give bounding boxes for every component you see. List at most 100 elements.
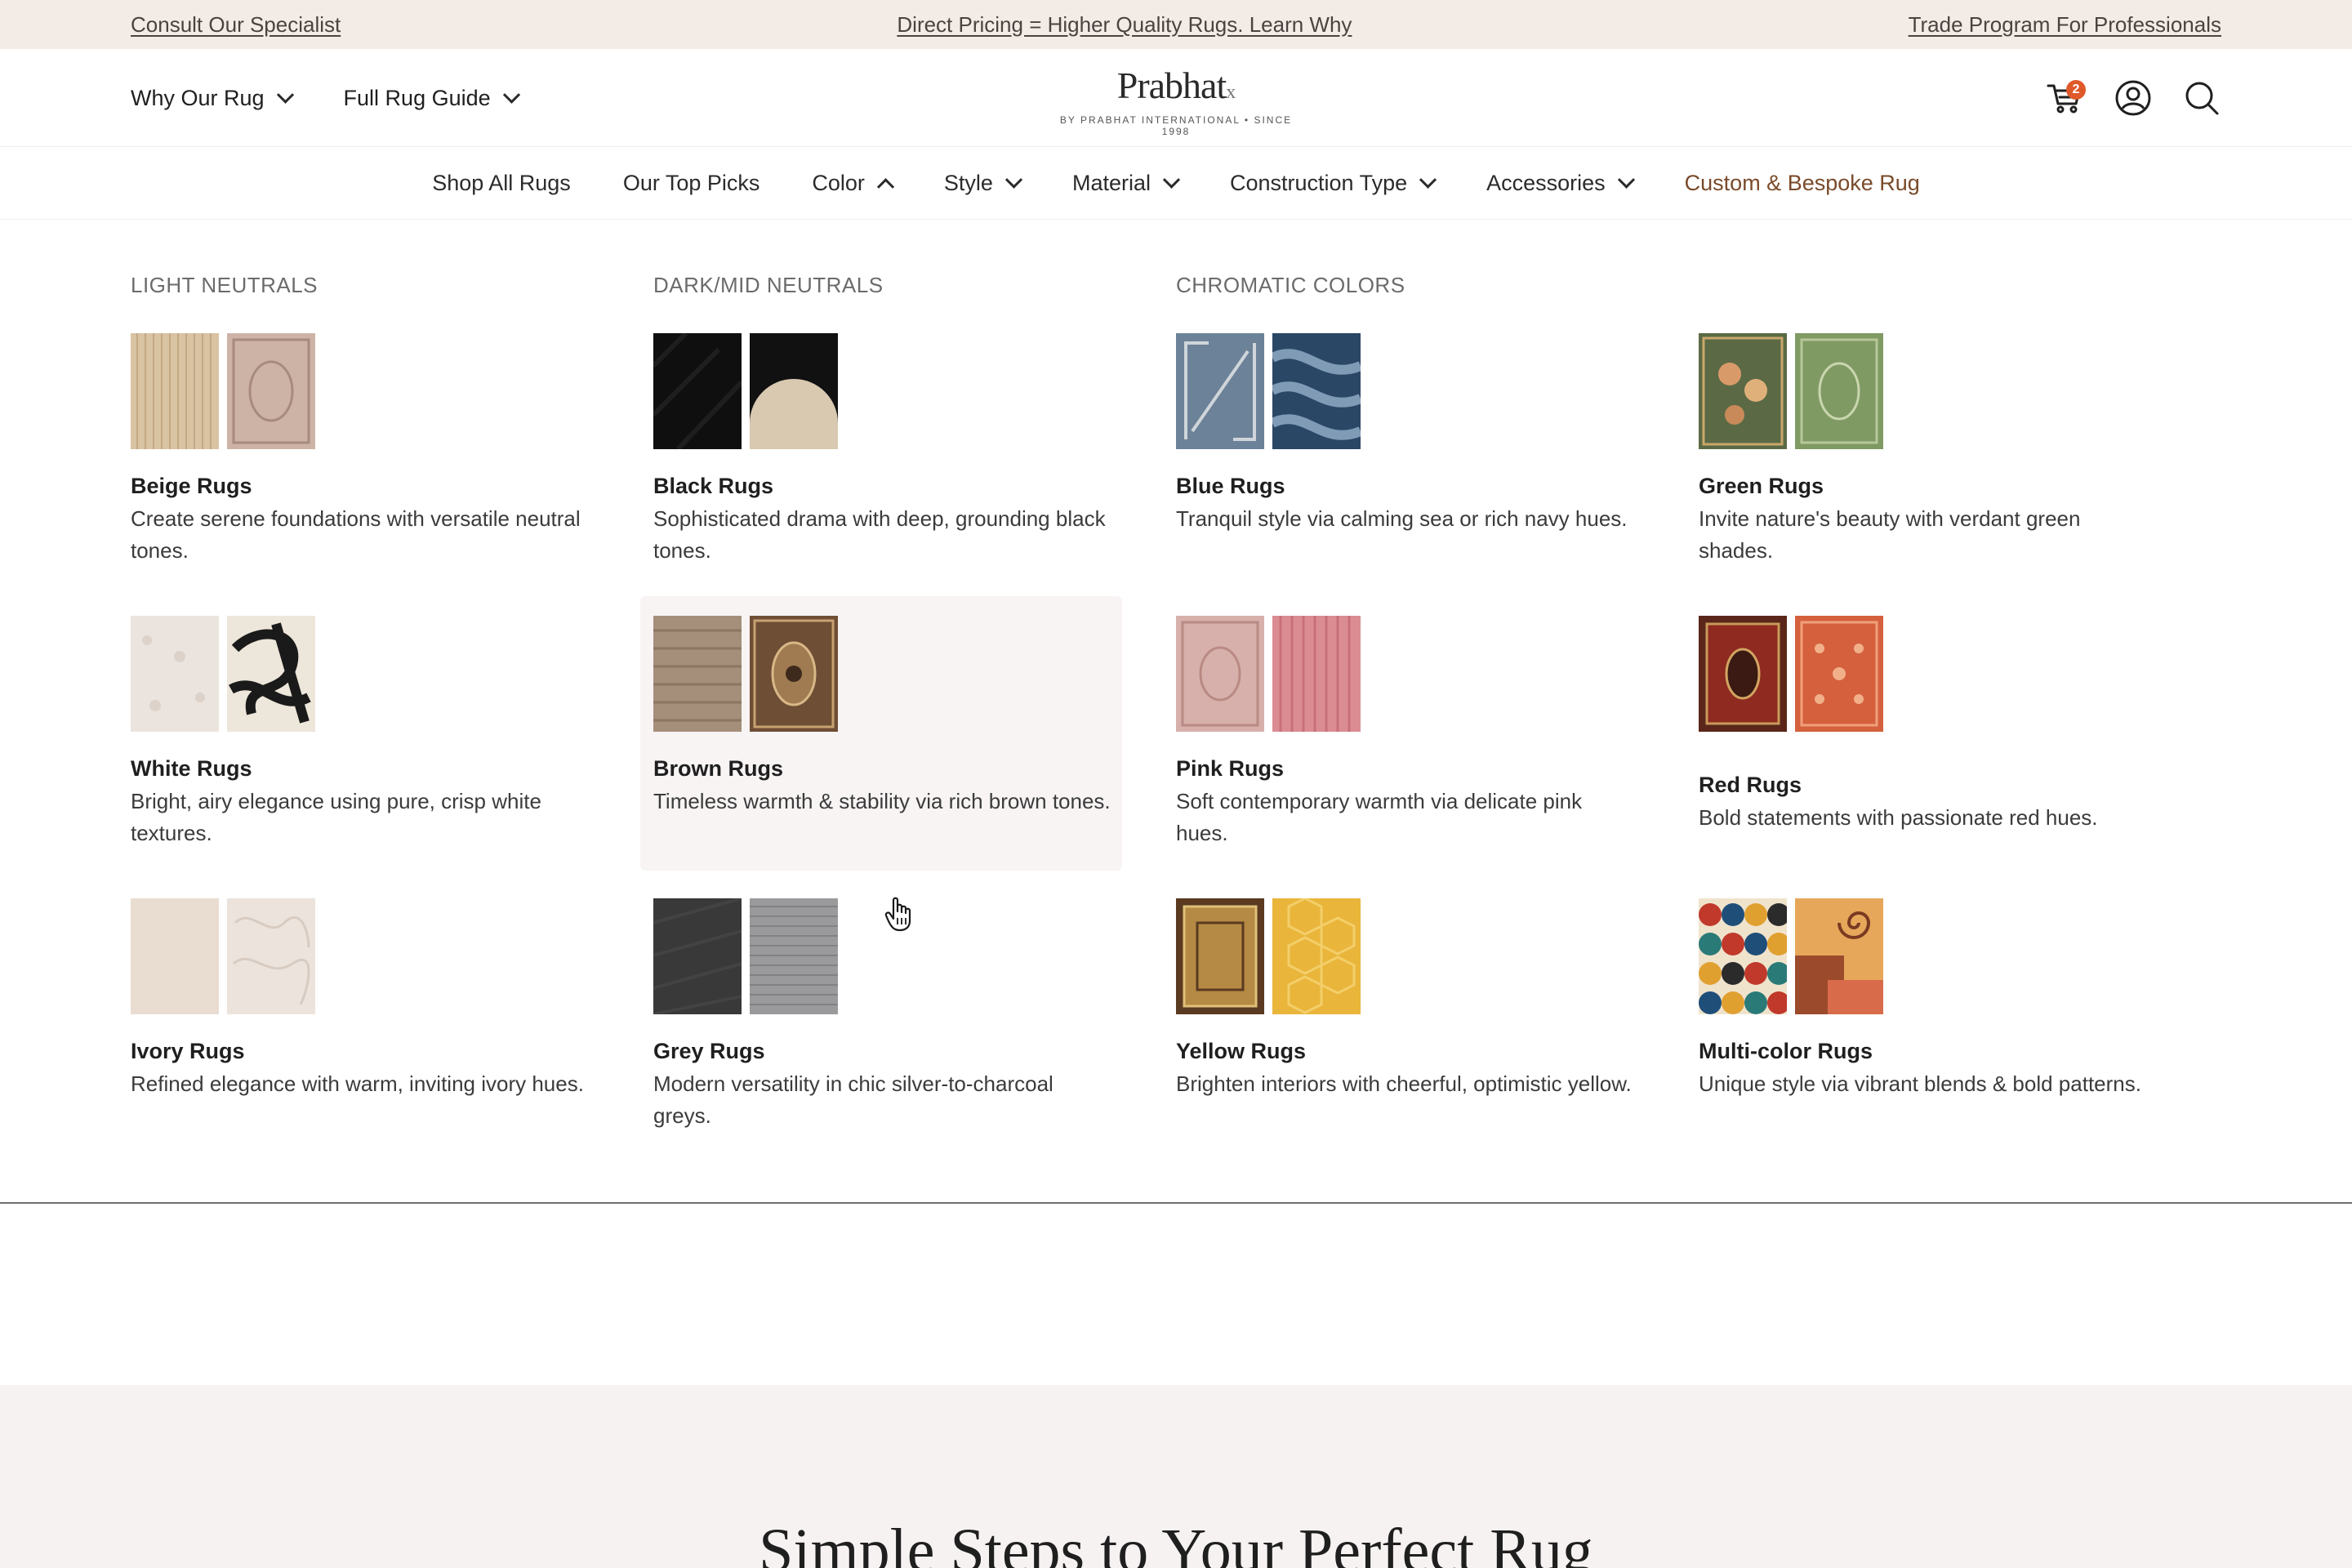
chevron-down-icon (502, 86, 520, 104)
rug-thumbnail (131, 898, 219, 1014)
why-our-rug-dropdown[interactable]: Why Our Rug (131, 85, 294, 111)
account-button[interactable] (2114, 78, 2153, 118)
rug-thumbnail (750, 616, 838, 732)
rug-thumbnail (1795, 333, 1883, 449)
rug-thumbnail (1795, 616, 1883, 732)
color-mega-menu: LIGHT NEUTRALS DARK/MID NEUTRALS CHROMAT… (0, 220, 2352, 1204)
rug-thumbnail (750, 333, 838, 449)
card-description: Invite nature's beauty with verdant gree… (1699, 506, 2081, 563)
nav-style[interactable]: Style (918, 171, 1046, 196)
color-card-white[interactable]: White Rugs Bright, airy elegance using p… (131, 616, 612, 890)
why-our-rug-label: Why Our Rug (131, 85, 265, 110)
search-icon (2185, 82, 2219, 115)
card-title: Green Rugs (1699, 474, 1824, 498)
brand-logo[interactable]: Prabhatx BY PRABHAT INTERNATIONAL • SINC… (1054, 65, 1298, 138)
nav-custom-bespoke[interactable]: Custom & Bespoke Rug (1659, 171, 1946, 196)
card-description: Timeless warmth & stability via rich bro… (653, 789, 1111, 813)
card-title: Black Rugs (653, 474, 774, 498)
cart-count-badge: 2 (2066, 80, 2086, 100)
rug-thumbnail (750, 898, 838, 1014)
nav-color[interactable]: Color (786, 171, 918, 196)
nav-shop-all-rugs[interactable]: Shop All Rugs (406, 171, 597, 196)
rug-thumbnail (653, 333, 742, 449)
nav-our-top-picks[interactable]: Our Top Picks (597, 171, 786, 196)
direct-pricing-link[interactable]: Direct Pricing = Higher Quality Rugs. Le… (897, 12, 1352, 38)
card-title: Pink Rugs (1176, 756, 1285, 781)
color-card-ivory[interactable]: Ivory Rugs Refined elegance with warm, i… (131, 898, 612, 1173)
card-description: Tranquil style via calming sea or rich n… (1176, 506, 1628, 531)
main-nav: Shop All Rugs Our Top Picks Color Style … (0, 148, 2352, 220)
account-icon (2115, 80, 2151, 116)
rug-thumbnail (1795, 898, 1883, 1014)
card-description: Brighten interiors with cheerful, optimi… (1176, 1071, 1632, 1096)
column-heading-dark-mid-neutrals: DARK/MID NEUTRALS (653, 273, 884, 297)
card-title: Beige Rugs (131, 474, 252, 498)
nav-label: Accessories (1486, 171, 1606, 195)
nav-label: Material (1071, 171, 1151, 195)
color-card-yellow[interactable]: Yellow Rugs Brighten interiors with chee… (1176, 898, 1658, 1173)
card-title: Yellow Rugs (1176, 1039, 1307, 1063)
card-title: Multi-color Rugs (1699, 1039, 1873, 1063)
card-title: Blue Rugs (1176, 474, 1285, 498)
trade-program-link[interactable]: Trade Program For Professionals (1909, 12, 2221, 38)
card-title: Brown Rugs (653, 756, 783, 781)
logo-mark: x (1226, 82, 1236, 103)
color-card-brown[interactable]: Brown Rugs Timeless warmth & stability v… (640, 596, 1122, 871)
nav-label: Color (812, 171, 865, 195)
nav-construction-type[interactable]: Construction Type (1204, 171, 1460, 196)
nav-label: Construction Type (1229, 171, 1408, 195)
card-description: Sophisticated drama with deep, grounding… (653, 506, 1106, 563)
rug-thumbnail (1176, 333, 1264, 449)
nav-label: Shop All Rugs (432, 171, 571, 195)
header-icons: 2 (2045, 49, 2221, 147)
rug-thumbnail (653, 616, 742, 732)
search-button[interactable] (2182, 78, 2221, 118)
nav-accessories[interactable]: Accessories (1460, 171, 1659, 196)
rug-thumbnail (1272, 898, 1361, 1014)
rug-thumbnail (227, 616, 315, 732)
column-heading-chromatic-colors: CHROMATIC COLORS (1176, 273, 1405, 297)
card-description: Bright, airy elegance using pure, crisp … (131, 789, 541, 845)
logo-tagline: BY PRABHAT INTERNATIONAL • SINCE 1998 (1059, 114, 1293, 137)
full-rug-guide-label: Full Rug Guide (343, 85, 491, 110)
card-title: White Rugs (131, 756, 252, 781)
color-card-red[interactable]: Red Rugs Bold statements with passionate… (1699, 616, 2180, 890)
rug-thumbnail (131, 616, 219, 732)
hand-pointer-cursor-icon (884, 897, 911, 932)
rug-thumbnail (1699, 333, 1787, 449)
rug-thumbnail (1176, 616, 1264, 732)
full-rug-guide-dropdown[interactable]: Full Rug Guide (343, 85, 520, 111)
color-card-grey[interactable]: Grey Rugs Modern versatility in chic sil… (653, 898, 1135, 1173)
color-card-beige[interactable]: Beige Rugs Create serene foundations wit… (131, 333, 612, 608)
rug-thumbnail (1272, 616, 1361, 732)
chevron-down-icon (1162, 171, 1181, 189)
card-description: Unique style via vibrant blends & bold p… (1699, 1071, 2141, 1096)
rug-thumbnail (653, 898, 742, 1014)
card-description: Modern versatility in chic silver-to-cha… (653, 1071, 1054, 1128)
color-card-black[interactable]: Black Rugs Sophisticated drama with deep… (653, 333, 1135, 608)
rug-thumbnail (1699, 616, 1787, 732)
column-heading-light-neutrals: LIGHT NEUTRALS (131, 273, 318, 297)
logo-wordmark: Prabhat (1116, 65, 1227, 106)
nav-label: Style (943, 171, 993, 195)
color-card-green[interactable]: Green Rugs Invite nature's beauty with v… (1699, 333, 2180, 608)
color-card-blue[interactable]: Blue Rugs Tranquil style via calming sea… (1176, 333, 1658, 608)
card-title: Ivory Rugs (131, 1039, 245, 1063)
rug-thumbnail (1176, 898, 1264, 1014)
color-card-multi-color[interactable]: Multi-color Rugs Unique style via vibran… (1699, 898, 2180, 1173)
nav-label: Our Top Picks (622, 171, 760, 195)
chevron-down-icon (276, 86, 294, 104)
chevron-down-icon (1419, 171, 1437, 189)
card-description: Refined elegance with warm, inviting ivo… (131, 1071, 584, 1096)
nav-material[interactable]: Material (1046, 171, 1204, 196)
card-description: Create serene foundations with versatile… (131, 506, 581, 563)
nav-label: Custom & Bespoke Rug (1684, 171, 1920, 195)
color-card-pink[interactable]: Pink Rugs Soft contemporary warmth via d… (1176, 616, 1658, 890)
card-title: Red Rugs (1699, 773, 1802, 797)
consult-specialist-link[interactable]: Consult Our Specialist (131, 12, 341, 38)
card-title: Grey Rugs (653, 1039, 765, 1063)
cart-button[interactable]: 2 (2045, 78, 2086, 118)
rug-thumbnail (1272, 333, 1361, 449)
rug-thumbnail (227, 333, 315, 449)
simple-steps-section: Simple Steps to Your Perfect Rug (0, 1385, 2352, 1568)
